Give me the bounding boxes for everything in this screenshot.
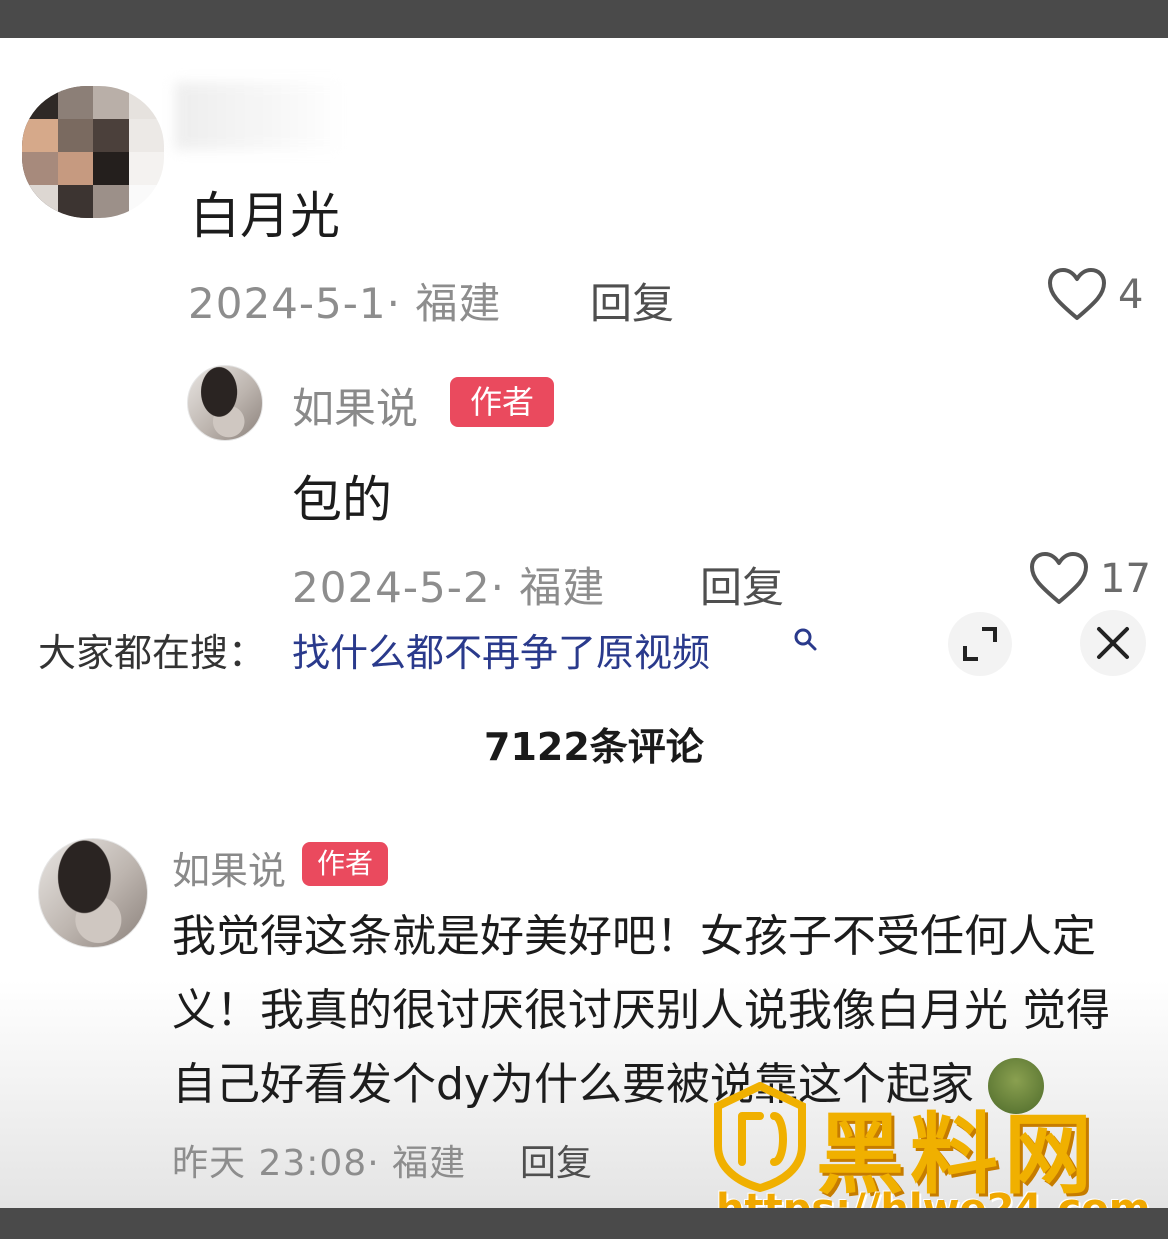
like-count: 17: [1100, 556, 1151, 602]
heart-icon[interactable]: [1046, 266, 1108, 322]
author-badge: 作者: [450, 377, 554, 427]
close-icon: [1097, 627, 1129, 659]
avatar[interactable]: [38, 838, 148, 948]
comment-text-line-1: 我觉得这条就是好美好吧！女孩子不受任何人定: [172, 911, 1096, 962]
screenshot-frame: 白月光 2024-5-1· 福建 回复 4 如果说 作者 包的 2024-5-2…: [0, 0, 1168, 1239]
blurred-username: [175, 82, 345, 150]
comment-text: 白月光: [190, 187, 340, 245]
search-suggestion-prefix: 大家都在搜：: [38, 631, 267, 675]
reply-button[interactable]: 回复: [520, 1134, 592, 1186]
reply-button[interactable]: 回复: [590, 270, 674, 331]
search-icon[interactable]: [792, 626, 818, 652]
comment-meta: 昨天 23:08· 福建: [172, 1143, 467, 1184]
username[interactable]: 如果说: [172, 840, 286, 895]
expand-icon: [963, 627, 997, 661]
avatar[interactable]: [187, 365, 263, 441]
bottom-border: [0, 1208, 1168, 1239]
avatar-pixelated: [22, 86, 164, 218]
like-count: 4: [1118, 272, 1144, 318]
author-badge: 作者: [302, 842, 388, 886]
close-button[interactable]: [1080, 610, 1146, 676]
reply-button[interactable]: 回复: [700, 554, 784, 615]
watermark-logo-icon: [714, 1082, 806, 1192]
comment-meta: 2024-5-1· 福建: [188, 279, 502, 328]
reply-text: 包的: [292, 471, 392, 529]
top-border: [0, 0, 1168, 38]
reply-meta: 2024-5-2· 福建: [292, 563, 606, 612]
comment-text-line-2: 义！我真的很讨厌很讨厌别人说我像白月光 觉得: [172, 985, 1110, 1036]
username[interactable]: 如果说: [292, 375, 418, 436]
expand-button[interactable]: [948, 612, 1012, 676]
search-suggestion-link[interactable]: 找什么都不再争了原视频: [292, 622, 710, 677]
comments-count-title: 7122条评论: [484, 725, 704, 769]
heart-icon[interactable]: [1028, 550, 1090, 606]
